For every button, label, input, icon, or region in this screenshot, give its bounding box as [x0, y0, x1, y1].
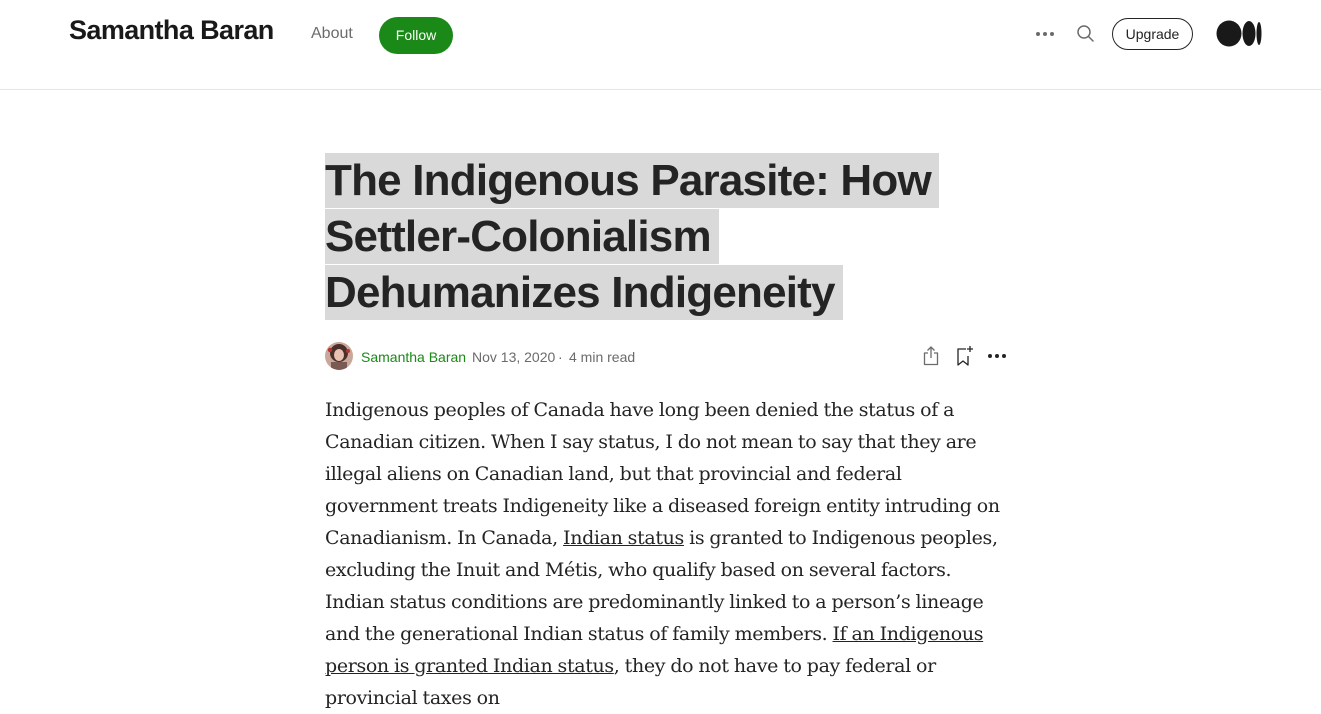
- title-line: Settler-Colonialism: [325, 209, 719, 264]
- about-link[interactable]: About: [311, 24, 353, 44]
- search-icon[interactable]: [1074, 22, 1098, 46]
- follow-button[interactable]: Follow: [379, 17, 453, 54]
- publish-date: Nov 13, 2020: [472, 349, 556, 365]
- read-time: 4 min read: [569, 349, 636, 365]
- byline-separator: ·: [558, 349, 563, 365]
- title-line: The Indigenous Parasite: How: [325, 153, 939, 208]
- share-icon[interactable]: [919, 344, 943, 368]
- article-title: The Indigenous Parasite: How Settler-Col…: [325, 153, 1005, 321]
- more-horizontal-icon[interactable]: [985, 344, 1009, 368]
- article-byline: Samantha Baran Nov 13, 2020 · 4 min read: [325, 342, 1006, 370]
- bookmark-add-icon[interactable]: [952, 344, 976, 368]
- top-navigation-bar: Samantha Baran About Follow Upgrade: [0, 0, 1321, 90]
- article-paragraph: Indigenous peoples of Canada have long b…: [325, 394, 1005, 714]
- upgrade-button[interactable]: Upgrade: [1112, 18, 1193, 50]
- article-header: The Indigenous Parasite: How Settler-Col…: [325, 153, 1005, 321]
- author-name-link[interactable]: Samantha Baran: [361, 348, 466, 366]
- author-avatar[interactable]: [325, 342, 353, 370]
- more-options-icon[interactable]: [1032, 22, 1058, 46]
- publication-name[interactable]: Samantha Baran: [69, 13, 274, 47]
- indian-status-link[interactable]: Indian status: [563, 527, 684, 549]
- title-line: Dehumanizes Indigeneity: [325, 265, 843, 320]
- medium-logo-icon[interactable]: [1216, 20, 1262, 47]
